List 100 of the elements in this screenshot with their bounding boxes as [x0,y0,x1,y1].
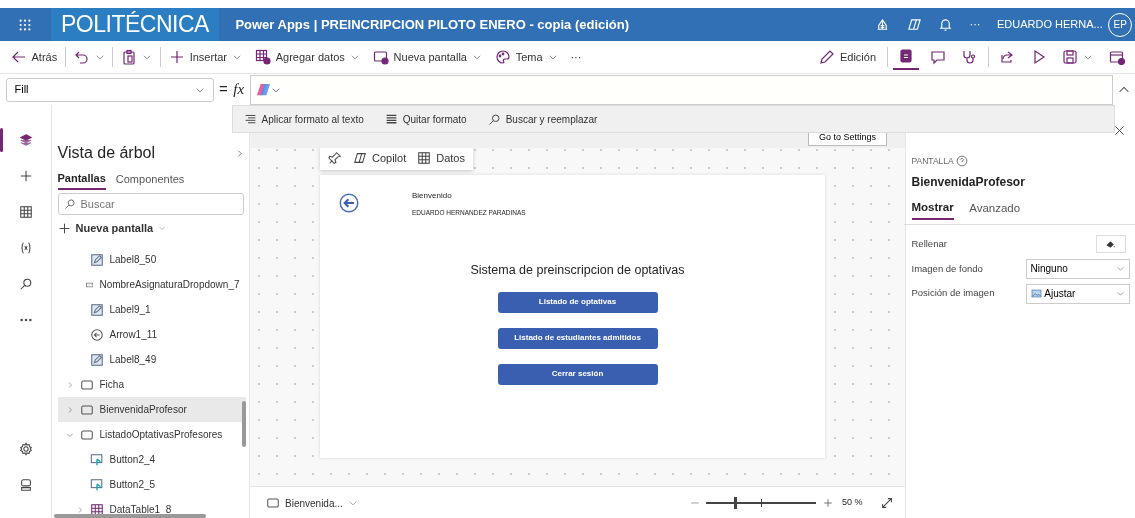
plus-icon [57,221,71,235]
menu-item[interactable]: Buscar y reemplazar [482,106,603,132]
variable-icon [18,240,33,255]
tree-item[interactable]: Label9_1 [57,297,246,322]
stethoscope-icon [961,49,977,65]
tree-item[interactable]: Label8_49 [57,347,246,372]
color-picker-button[interactable] [1095,235,1126,253]
menu-item[interactable]: Aplicar formato al texto [238,106,369,132]
save-icon [1062,49,1078,65]
tab[interactable]: Componentes [115,167,185,191]
section-label: PANTALLA [911,155,954,168]
tree-item[interactable]: ListadoOptativasProfesores [57,422,246,447]
arrow-circle-icon [89,327,104,342]
share-icon [999,49,1015,65]
fx-label: fx [233,80,245,100]
toolbar-button[interactable]: Nueva pantalla [367,44,487,70]
environment-icon[interactable] [875,17,890,32]
clipboard-icon [121,49,138,65]
more-button[interactable]: ··· [565,44,587,70]
tab[interactable]: Pantallas [57,167,106,191]
expand-icon[interactable] [880,496,894,510]
settings-icon [18,441,33,456]
toolbar-button[interactable]: Tema [489,44,563,70]
chevron-down-icon [547,52,558,62]
toolbar-button[interactable]: Agregar datos [249,44,365,70]
chevron-down-icon [347,498,358,508]
toolbar-button[interactable]: Copilot [353,145,407,171]
search-icon [18,276,33,291]
palette-icon [494,49,511,65]
toolbar-button[interactable]: Datos [417,145,465,171]
property-label: Imagen de fondo [911,261,983,276]
text-format-icon [243,112,257,126]
button-control-icon [89,452,104,467]
table-icon [89,502,104,517]
app-button[interactable]: Listado de optativas [497,291,658,313]
toolbar-button[interactable]: Insertar [163,44,247,70]
slider-thumb[interactable] [733,497,737,509]
screen-icon [79,402,94,417]
tree-item[interactable]: Label8_50 [57,247,246,272]
pin-icon [328,151,342,165]
app-button[interactable]: Listado de estudiantes admitidos [497,327,658,349]
button-control-icon [89,477,104,492]
welcome-label: Bienvenido [412,190,452,202]
zoom-slider[interactable] [706,496,817,510]
undo-icon [73,49,90,65]
tree-item[interactable]: Arrow1_11 [57,322,246,347]
user-name[interactable]: EDUARDO HERNA... [997,16,1103,33]
logo: POLITÉCNICA [51,8,219,41]
scrollbar[interactable] [54,514,206,518]
label-icon [89,352,104,367]
property-label: Rellenar [911,236,947,251]
close-icon[interactable] [1113,124,1126,137]
tab[interactable]: Mostrar [911,196,954,220]
tree-item[interactable]: Button2_5 [57,472,246,497]
screen-icon [266,496,280,510]
app-launcher-icon[interactable] [18,17,32,32]
heading: Sistema de preinscripcion de optativas [470,262,685,279]
help-icon [956,155,969,168]
back-arrow-icon [10,49,27,65]
table-icon [417,151,432,165]
tree-item[interactable]: BienvenidaProfesor [57,397,246,422]
property-dropdown[interactable]: Fill [5,77,214,102]
screen-icon [79,427,94,442]
plus-icon [18,168,33,183]
comment-icon [929,49,946,65]
tree-item[interactable]: NombreAsignaturaDropdown_7 [57,272,246,297]
layers-icon [18,132,33,147]
app-button[interactable]: Cerrar sesión [497,363,658,385]
new-screen-button[interactable]: Nueva pantalla [57,215,167,241]
menu-item[interactable]: Quitar formato [379,106,472,132]
tree-item[interactable]: Ficha [57,372,246,397]
dropdown[interactable]: Ninguno [1025,258,1130,279]
notification-icon[interactable] [938,17,953,32]
image-icon [1030,288,1042,299]
screen-picker[interactable]: Bienvenida... [261,490,363,516]
plus-icon [168,49,185,65]
chevron-down-icon [472,52,482,62]
screen-name: BienvenidaProfesor [911,174,1026,192]
more-button[interactable]: ··· [969,16,981,33]
tree-item[interactable]: DataTable1_8 [57,497,246,518]
chevron-down-icon [1115,289,1125,298]
formula-input[interactable] [249,74,1113,105]
tree-item[interactable]: Button2_4 [57,447,246,472]
pencil-icon [818,49,835,65]
toolbar-button[interactable]: Edición [813,44,881,70]
tab[interactable]: Avanzado [969,196,1021,220]
dropdown[interactable]: Ajustar [1025,283,1130,304]
label-icon [89,302,104,317]
search-field[interactable]: Buscar [57,193,244,215]
lines-icon [384,112,398,126]
scrollbar[interactable] [242,401,246,447]
publish-icon [1108,49,1125,65]
chevron-down-icon [349,52,360,62]
notebook-icon [898,48,914,64]
chevron-down-icon [1115,264,1125,274]
panel-title: Vista de árbol [57,143,156,163]
zoom-in-icon[interactable] [821,497,834,509]
toolbar-button[interactable]: Atrás [5,44,63,70]
chevron-down-icon [142,52,153,62]
table-icon [18,204,33,219]
